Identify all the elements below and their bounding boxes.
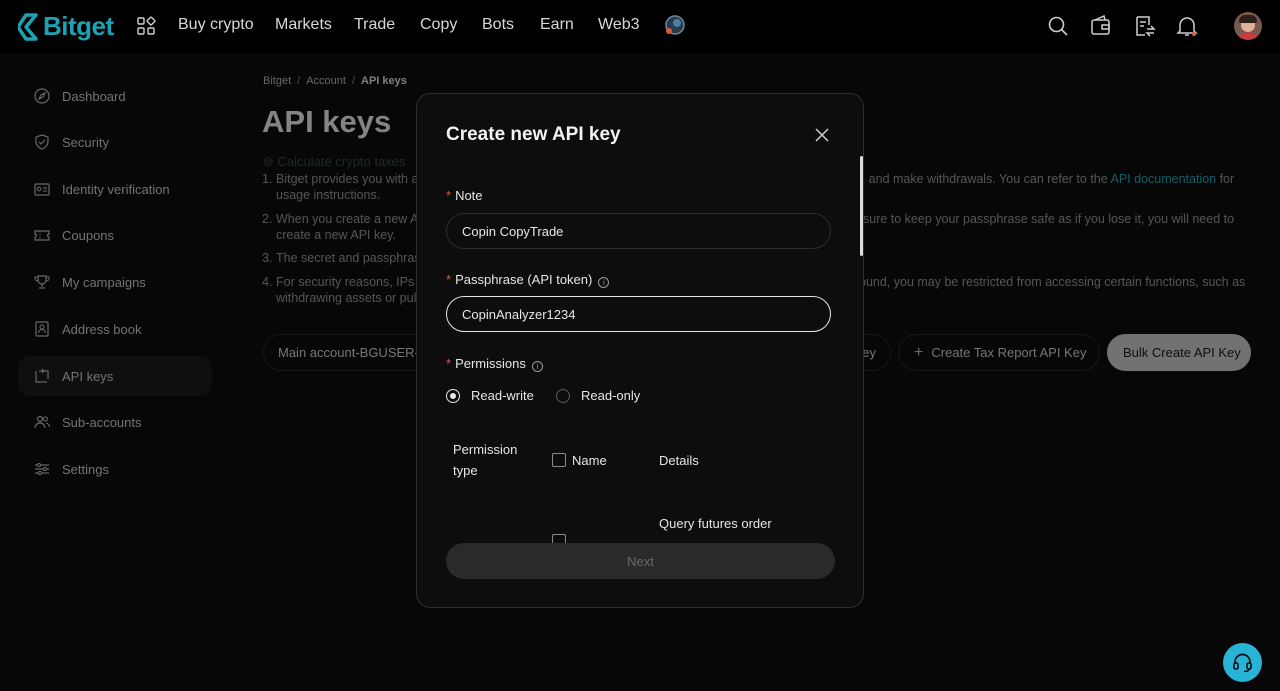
nav-markets[interactable]: Markets: [275, 16, 332, 34]
details-header: Details: [659, 453, 699, 468]
wallet-icon[interactable]: [1090, 15, 1112, 37]
nav-copy[interactable]: Copy: [420, 16, 457, 34]
permissions-label: * Permissions i: [446, 356, 543, 372]
bell-icon[interactable]: [1176, 15, 1198, 37]
read-write-label: Read-write: [471, 388, 534, 403]
orders-icon[interactable]: [1134, 15, 1156, 37]
next-button[interactable]: Next: [446, 543, 835, 579]
apps-grid-icon[interactable]: [136, 16, 156, 36]
permissions-label-text: Permissions: [455, 356, 526, 371]
nav-web3[interactable]: Web3: [598, 16, 640, 34]
nav-buy-crypto[interactable]: Buy crypto: [178, 16, 254, 34]
web3-wallet-icon[interactable]: [664, 14, 686, 36]
modal-title: Create new API key: [446, 124, 621, 145]
read-write-radio[interactable]: Read-write: [446, 388, 534, 403]
permission-type-header: Permission type: [453, 442, 518, 478]
note-label: * Note: [446, 188, 483, 203]
radio-dot: [556, 388, 570, 403]
info-icon[interactable]: i: [598, 277, 610, 288]
read-only-label: Read-only: [581, 388, 641, 403]
nav-bots[interactable]: Bots: [482, 16, 514, 34]
search-icon[interactable]: [1047, 15, 1069, 37]
bitget-logo-icon: [18, 12, 38, 41]
read-only-radio[interactable]: Read-only: [556, 388, 640, 403]
top-nav: Bitget Buy crypto Markets Trade Copy Bot…: [0, 0, 1280, 54]
passphrase-label-text: Passphrase (API token): [455, 272, 593, 287]
name-header: Name: [572, 453, 607, 468]
radio-dot: [446, 388, 460, 403]
permission-details: Query futures order: [659, 516, 772, 531]
avatar[interactable]: [1234, 12, 1262, 40]
info-icon[interactable]: i: [531, 361, 543, 372]
close-icon[interactable]: [815, 128, 829, 142]
nav-earn[interactable]: Earn: [540, 16, 574, 34]
select-all-checkbox[interactable]: [552, 453, 566, 467]
create-api-key-modal: Create new API key *Note *Passphrase (AP…: [416, 93, 864, 608]
passphrase-input[interactable]: [446, 296, 831, 332]
nav-trade[interactable]: Trade: [354, 16, 395, 34]
note-label-text: Note: [455, 188, 483, 203]
note-input[interactable]: [446, 213, 831, 249]
support-chat-button[interactable]: [1223, 643, 1262, 682]
logo-text: Bitget: [43, 11, 114, 41]
bitget-logo[interactable]: Bitget: [18, 11, 114, 42]
modal-scrollbar[interactable]: [860, 156, 863, 256]
headset-icon: [1233, 653, 1252, 673]
passphrase-label: * Passphrase (API token) i: [446, 272, 610, 288]
